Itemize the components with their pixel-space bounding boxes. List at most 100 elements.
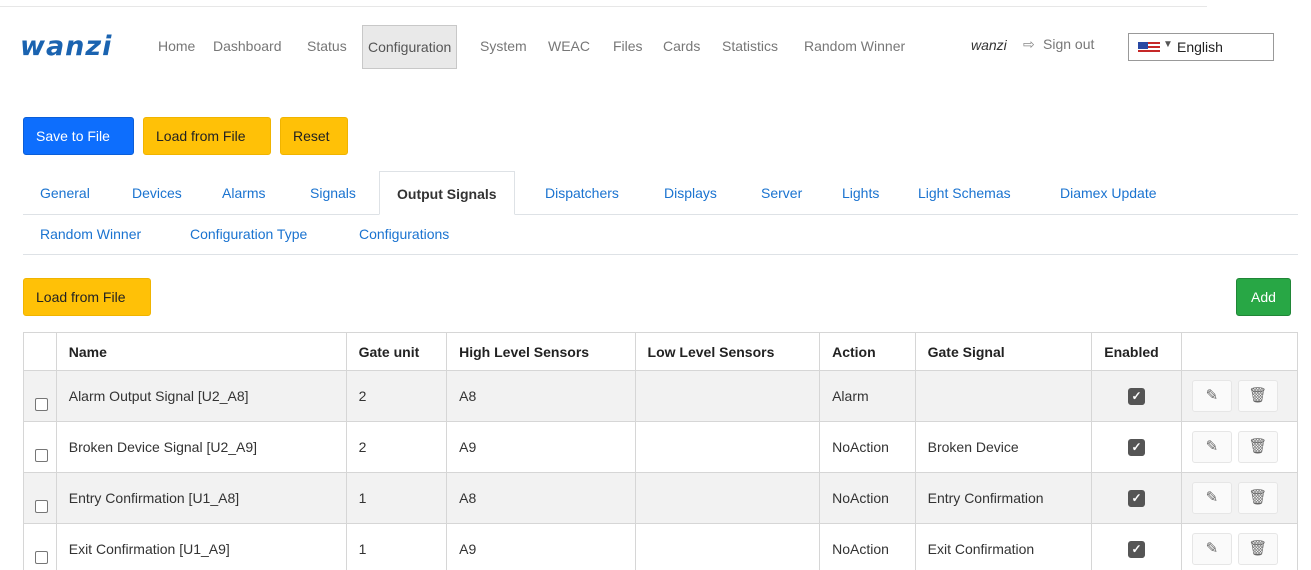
table-row: Alarm Output Signal [U2_A8] 2 A8 Alarm ✓… [23, 370, 1299, 422]
cell-name: Broken Device Signal [U2_A9] [55, 421, 347, 473]
cell-low-level-sensors [634, 421, 821, 473]
cell-gate-unit: 2 [345, 421, 448, 473]
nav-status[interactable]: Status [307, 36, 347, 56]
cell-name: Exit Confirmation [U1_A9] [55, 523, 347, 570]
tab-server[interactable]: Server [761, 183, 802, 203]
header-name[interactable]: Name [55, 332, 347, 371]
table-row: Broken Device Signal [U2_A9] 2 A9 NoActi… [23, 421, 1299, 473]
top-divider [0, 6, 1207, 7]
sign-out-label: Sign out [1043, 36, 1095, 52]
nav-statistics[interactable]: Statistics [722, 36, 778, 56]
sign-out-link[interactable]: ⇨ Sign out [1023, 36, 1094, 53]
header-high-level-sensors[interactable]: High Level Sensors [446, 332, 636, 371]
current-user: wanzi [971, 37, 1007, 53]
brand-logo[interactable]: wanzi [20, 33, 112, 61]
tab-displays[interactable]: Displays [664, 183, 717, 203]
load-from-file-button[interactable]: Load from File [143, 117, 271, 155]
nav-files[interactable]: Files [613, 36, 643, 56]
checked-icon: ✓ [1128, 388, 1146, 405]
cell-gate-signal: Entry Confirmation [914, 472, 1093, 524]
cell-low-level-sensors [634, 523, 821, 570]
tabs-bottom-divider [23, 254, 1298, 255]
tab-output-signals[interactable]: Output Signals [379, 171, 515, 215]
tab-configurations[interactable]: Configurations [359, 224, 449, 244]
cell-gate-unit: 1 [345, 523, 448, 570]
tab-lights[interactable]: Lights [842, 183, 879, 203]
add-button[interactable]: Add [1236, 278, 1291, 316]
edit-icon[interactable]: ✎ [1191, 380, 1232, 412]
tab-signals[interactable]: Signals [310, 183, 356, 203]
cell-high-level-sensors: A8 [446, 370, 636, 422]
output-signals-table: Name Gate unit High Level Sensors Low Le… [23, 332, 1299, 570]
edit-icon[interactable]: ✎ [1191, 533, 1232, 565]
row-checkbox[interactable] [35, 449, 48, 462]
edit-icon[interactable]: ✎ [1191, 482, 1232, 514]
table-row: Exit Confirmation [U1_A9] 1 A9 NoAction … [23, 523, 1299, 570]
nav-dashboard[interactable]: Dashboard [213, 36, 282, 56]
nav-system[interactable]: System [480, 36, 527, 56]
cell-name: Entry Confirmation [U1_A8] [55, 472, 347, 524]
tabs-divider [23, 214, 1298, 215]
row-checkbox[interactable] [35, 551, 48, 564]
tab-diamex-update[interactable]: Diamex Update [1060, 183, 1157, 203]
section-load-from-file-button[interactable]: Load from File [23, 278, 151, 316]
cell-enabled: ✓ [1091, 523, 1182, 570]
cell-enabled: ✓ [1091, 421, 1182, 473]
header-select [23, 332, 57, 371]
cell-high-level-sensors: A9 [446, 523, 636, 570]
reset-button[interactable]: Reset [280, 117, 348, 155]
nav-weac[interactable]: WEAC [548, 36, 590, 56]
cell-low-level-sensors [634, 370, 821, 422]
trash-icon[interactable]: 🗑 [1237, 380, 1278, 412]
cell-gate-signal: Broken Device [914, 421, 1093, 473]
header-enabled[interactable]: Enabled [1091, 332, 1182, 371]
header-low-level-sensors[interactable]: Low Level Sensors [634, 332, 821, 371]
cell-action: NoAction [819, 421, 916, 473]
table-header-row: Name Gate unit High Level Sensors Low Le… [23, 332, 1299, 371]
cell-gate-unit: 2 [345, 370, 448, 422]
nav-home[interactable]: Home [158, 36, 195, 56]
tab-general[interactable]: General [40, 183, 90, 203]
header-action[interactable]: Action [819, 332, 916, 371]
tab-random-winner[interactable]: Random Winner [40, 224, 141, 244]
tab-light-schemas[interactable]: Light Schemas [918, 183, 1011, 203]
header-actions [1180, 332, 1299, 371]
header-gate-signal[interactable]: Gate Signal [914, 332, 1093, 371]
nav-random-winner[interactable]: Random Winner [804, 36, 905, 56]
cell-gate-signal [914, 370, 1093, 422]
us-flag-icon [1138, 42, 1160, 54]
tab-alarms[interactable]: Alarms [222, 183, 266, 203]
tab-configuration-type[interactable]: Configuration Type [190, 224, 307, 244]
checked-icon: ✓ [1128, 490, 1146, 507]
row-checkbox[interactable] [35, 500, 48, 513]
sign-out-icon: ⇨ [1023, 36, 1035, 52]
cell-low-level-sensors [634, 472, 821, 524]
navbar: wanzi Home Dashboard Status Configuratio… [0, 24, 1311, 70]
cell-high-level-sensors: A9 [446, 421, 636, 473]
language-label: English [1177, 39, 1223, 55]
row-checkbox[interactable] [35, 398, 48, 411]
trash-icon[interactable]: 🗑 [1237, 533, 1278, 565]
header-gate-unit[interactable]: Gate unit [345, 332, 448, 371]
checked-icon: ✓ [1128, 439, 1146, 456]
cell-action: NoAction [819, 472, 916, 524]
cell-enabled: ✓ [1091, 370, 1182, 422]
cell-name: Alarm Output Signal [U2_A8] [55, 370, 347, 422]
tab-dispatchers[interactable]: Dispatchers [545, 183, 619, 203]
cell-gate-unit: 1 [345, 472, 448, 524]
nav-configuration[interactable]: Configuration [362, 25, 458, 69]
cell-gate-signal: Exit Confirmation [914, 523, 1093, 570]
cell-enabled: ✓ [1091, 472, 1182, 524]
trash-icon[interactable]: 🗑 [1237, 482, 1278, 514]
language-select[interactable]: ▼ English [1128, 33, 1274, 61]
cell-high-level-sensors: A8 [446, 472, 636, 524]
trash-icon[interactable]: 🗑 [1237, 431, 1278, 463]
cell-action: NoAction [819, 523, 916, 570]
table-row: Entry Confirmation [U1_A8] 1 A8 NoAction… [23, 472, 1299, 524]
edit-icon[interactable]: ✎ [1191, 431, 1232, 463]
tab-devices[interactable]: Devices [132, 183, 182, 203]
nav-cards[interactable]: Cards [663, 36, 700, 56]
caret-down-icon: ▼ [1163, 39, 1173, 50]
save-to-file-button[interactable]: Save to File [23, 117, 134, 155]
checked-icon: ✓ [1128, 541, 1146, 558]
